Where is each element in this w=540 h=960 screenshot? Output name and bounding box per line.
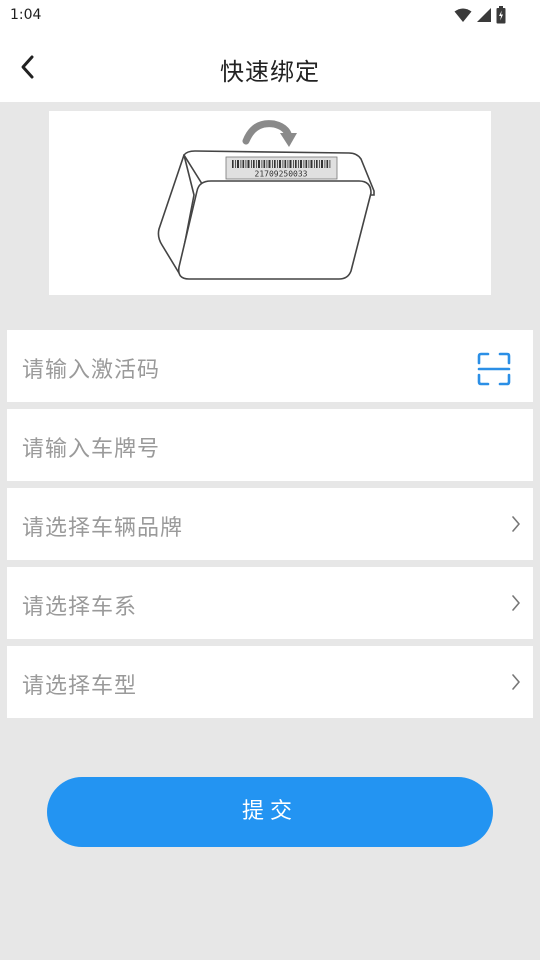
nav-bar: 快速绑定 — [0, 32, 540, 102]
car-series-select[interactable]: 请选择车系 — [7, 567, 533, 639]
status-time: 1:04 — [10, 7, 42, 23]
plate-number-placeholder: 请输入车牌号 — [22, 437, 161, 462]
scan-icon — [477, 352, 511, 386]
plate-number-input[interactable]: 请输入车牌号 — [7, 409, 533, 481]
car-brand-placeholder: 请选择车辆品牌 — [22, 516, 184, 541]
chevron-right-icon — [512, 516, 520, 532]
status-bar: 1:04 — [0, 0, 540, 32]
activation-code-input[interactable]: 请输入激活码 — [7, 330, 533, 402]
scan-button[interactable] — [477, 352, 511, 386]
obd-device-image: 21709250033 — [157, 120, 375, 280]
car-model-placeholder: 请选择车型 — [22, 674, 138, 699]
battery-icon — [496, 6, 506, 24]
curved-arrow-icon — [242, 120, 297, 147]
activation-code-placeholder: 请输入激活码 — [22, 358, 161, 383]
chevron-right-icon — [512, 595, 520, 611]
wifi-icon — [454, 8, 472, 22]
page-title: 快速绑定 — [220, 58, 320, 86]
car-brand-select[interactable]: 请选择车辆品牌 — [7, 488, 533, 560]
car-series-placeholder: 请选择车系 — [22, 595, 138, 620]
signal-icon — [477, 8, 491, 22]
barcode-number: 21709250033 — [255, 170, 308, 179]
car-model-select[interactable]: 请选择车型 — [7, 646, 533, 718]
status-icons — [454, 6, 506, 24]
submit-button[interactable]: 提交 — [47, 777, 493, 847]
chevron-right-icon — [512, 674, 520, 690]
device-illustration: 21709250033 — [49, 111, 491, 295]
